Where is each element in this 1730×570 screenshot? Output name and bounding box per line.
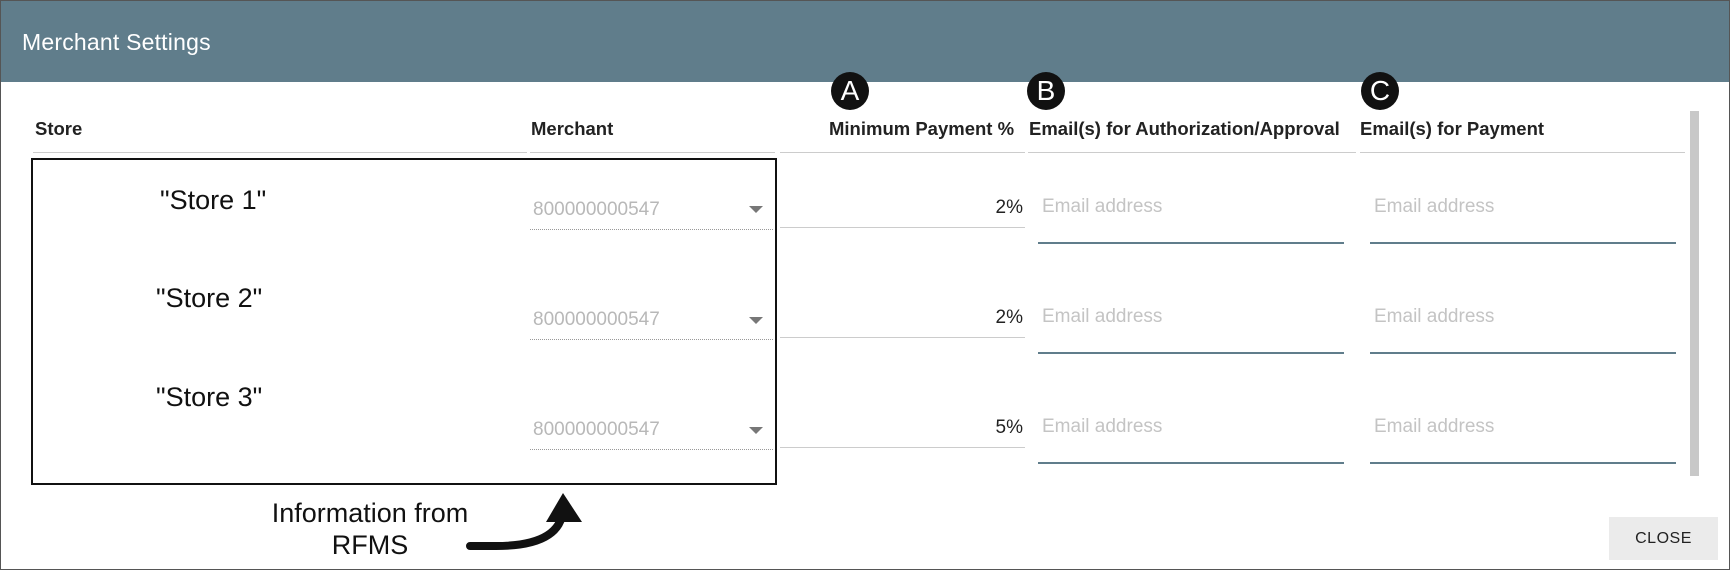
merchant-select-underline — [530, 449, 773, 450]
email-payment-input[interactable] — [1370, 296, 1676, 354]
merchant-select[interactable]: 800000000547 — [533, 199, 660, 221]
callout-badge-c: C — [1361, 72, 1399, 110]
header-divider — [780, 152, 1025, 153]
merchant-select[interactable]: 800000000547 — [533, 419, 660, 441]
curved-arrow-icon — [466, 493, 582, 550]
row-divider — [780, 447, 1025, 448]
row-divider — [780, 337, 1025, 338]
header-divider — [1360, 152, 1685, 153]
header-divider — [530, 152, 775, 153]
email-payment-input[interactable] — [1370, 186, 1676, 244]
annotation-text: Information from RFMS — [250, 497, 490, 561]
callout-badge-b: B — [1027, 72, 1065, 110]
dialog-header: Merchant Settings — [1, 1, 1729, 82]
dialog-title: Merchant Settings — [22, 29, 211, 55]
merchant-select-underline — [530, 229, 773, 230]
annotation-line-2: RFMS — [331, 530, 409, 560]
store-name: "Store 3" — [156, 382, 263, 412]
header-divider — [1028, 152, 1356, 153]
column-header-minimum-payment: Minimum Payment % — [829, 118, 1015, 139]
rfms-information-box — [31, 158, 777, 485]
email-payment-input[interactable] — [1370, 406, 1676, 464]
store-name: "Store 2" — [156, 283, 263, 313]
merchant-select[interactable]: 800000000547 — [533, 309, 660, 331]
merchant-select-underline — [530, 339, 773, 340]
column-header-email-payment: Email(s) for Payment — [1360, 118, 1545, 139]
callout-badge-a: A — [831, 72, 869, 110]
email-authorization-input[interactable] — [1038, 186, 1344, 244]
header-divider — [33, 152, 527, 153]
minimum-payment-value: 2% — [995, 307, 1023, 328]
minimum-payment-value: 5% — [995, 417, 1023, 438]
email-authorization-input[interactable] — [1038, 406, 1344, 464]
chevron-down-icon[interactable] — [749, 206, 763, 213]
row-divider — [780, 227, 1025, 228]
minimum-payment-value: 2% — [995, 197, 1023, 218]
annotation-line-1: Information from — [271, 498, 469, 528]
chevron-down-icon[interactable] — [749, 317, 763, 324]
column-header-merchant: Merchant — [531, 118, 614, 139]
chevron-down-icon[interactable] — [749, 427, 763, 434]
column-header-email-authorization: Email(s) for Authorization/Approval — [1029, 118, 1340, 139]
close-button[interactable]: CLOSE — [1609, 517, 1718, 560]
store-name: "Store 1" — [160, 185, 267, 215]
column-header-store: Store — [35, 118, 83, 139]
email-authorization-input[interactable] — [1038, 296, 1344, 354]
vertical-scrollbar[interactable] — [1690, 111, 1699, 476]
